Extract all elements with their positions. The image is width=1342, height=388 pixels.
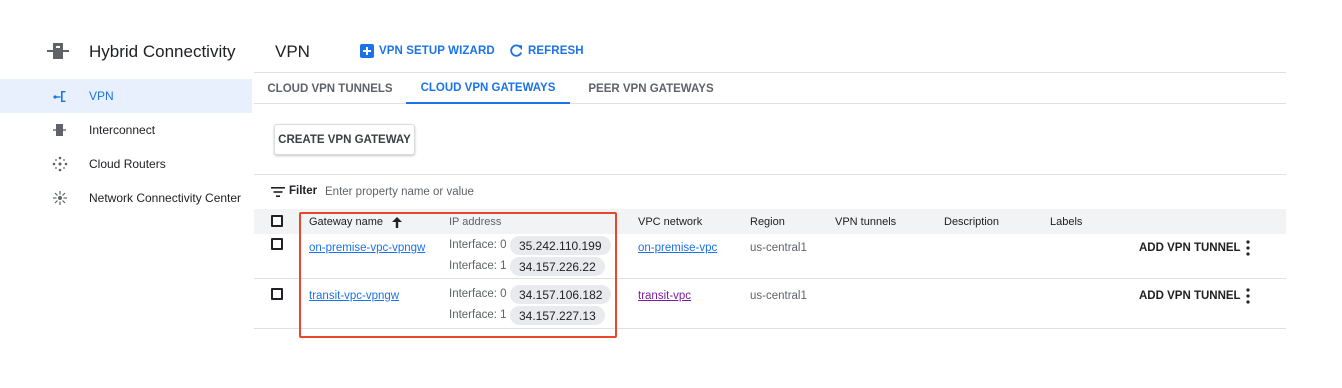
interface-label: Interface: 0 (449, 239, 507, 251)
vpc-network-link[interactable]: transit-vpc (638, 290, 691, 302)
tab-peer-vpn-gateways[interactable]: PEER VPN GATEWAYS (570, 73, 732, 104)
more-vert-icon[interactable] (1243, 288, 1253, 304)
tab-cloud-vpn-gateways[interactable]: CLOUD VPN GATEWAYS (406, 73, 570, 104)
vpn-setup-wizard-label: VPN SETUP WIZARD (379, 45, 495, 57)
sidebar-item-interconnect[interactable]: Interconnect (0, 113, 252, 147)
region-value: us-central1 (750, 242, 807, 254)
hybrid-connectivity-icon (47, 43, 69, 59)
sidebar-item-cloud-routers[interactable]: Cloud Routers (0, 147, 252, 181)
filter-input[interactable] (325, 181, 725, 203)
page-title: VPN (275, 42, 310, 61)
sort-ascending-icon (392, 216, 403, 228)
column-ip-address: IP address (449, 216, 502, 228)
table-row: on-premise-vpc-vpngw Interface: 0 35.242… (254, 234, 1286, 279)
ip-address-chip: 34.157.106.182 (510, 285, 612, 304)
sidebar-item-label: Network Connectivity Center (89, 191, 242, 205)
hub-icon (53, 191, 67, 205)
table-header: Gateway name IP address VPC network Regi… (254, 209, 1286, 234)
ip-address-chip: 34.157.226.22 (510, 257, 605, 276)
select-all-checkbox[interactable] (271, 215, 283, 227)
sidebar-item-label: Cloud Routers (89, 157, 166, 171)
more-vert-icon[interactable] (1243, 240, 1253, 256)
row-checkbox[interactable] (271, 288, 283, 300)
sidebar-item-label: VPN (89, 89, 114, 103)
interface-label: Interface: 1 (449, 309, 507, 321)
tab-bar: CLOUD VPN TUNNELS CLOUD VPN GATEWAYS PEE… (254, 72, 1286, 104)
filter-bar: Filter (254, 174, 1286, 208)
sidebar-title: Hybrid Connectivity (89, 42, 236, 61)
main-content: VPN VPN SETUP WIZARD REFRESH CLOUD VPN T… (254, 0, 1286, 388)
sidebar-header: Hybrid Connectivity (0, 33, 252, 69)
sidebar-item-label: Interconnect (89, 123, 156, 137)
interface-label: Interface: 0 (449, 288, 507, 300)
column-vpc-network: VPC network (638, 216, 703, 228)
page-header: VPN VPN SETUP WIZARD REFRESH (254, 33, 1286, 69)
refresh-icon (510, 44, 523, 57)
column-gateway-name[interactable]: Gateway name (309, 216, 403, 228)
ip-address-chip: 34.157.227.13 (510, 306, 605, 325)
tab-cloud-vpn-tunnels[interactable]: CLOUD VPN TUNNELS (254, 73, 406, 104)
add-vpn-tunnel-button[interactable]: ADD VPN TUNNEL (1139, 290, 1241, 302)
gateway-name-link[interactable]: transit-vpc-vpngw (309, 290, 399, 302)
column-vpn-tunnels: VPN tunnels (835, 216, 897, 228)
row-checkbox[interactable] (271, 238, 283, 250)
region-value: us-central1 (750, 290, 807, 302)
create-vpn-gateway-button[interactable]: CREATE VPN GATEWAY (274, 124, 415, 155)
column-description: Description (944, 216, 1000, 228)
gateway-name-link[interactable]: on-premise-vpc-vpngw (309, 242, 425, 254)
vpc-network-link[interactable]: on-premise-vpc (638, 242, 717, 254)
column-gateway-name-label: Gateway name (309, 216, 383, 228)
interconnect-icon (53, 124, 66, 136)
add-box-icon (360, 44, 374, 58)
add-vpn-tunnel-button[interactable]: ADD VPN TUNNEL (1139, 242, 1241, 254)
vpn-setup-wizard-button[interactable]: VPN SETUP WIZARD (360, 44, 495, 58)
column-region: Region (750, 216, 785, 228)
table-row: transit-vpc-vpngw Interface: 0 34.157.10… (254, 280, 1286, 329)
filter-icon (271, 187, 285, 197)
ip-address-chip: 35.242.110.199 (510, 236, 611, 255)
sidebar: Hybrid Connectivity VPN Interconnect Clo… (0, 0, 252, 388)
interface-label: Interface: 1 (449, 260, 507, 272)
refresh-button[interactable]: REFRESH (509, 44, 584, 58)
column-labels: Labels (1050, 216, 1083, 228)
cloud-router-icon (52, 156, 68, 172)
sidebar-item-network-connectivity-center[interactable]: Network Connectivity Center (0, 181, 252, 215)
filter-label: Filter (289, 185, 318, 197)
refresh-label: REFRESH (528, 45, 584, 57)
sidebar-item-vpn[interactable]: VPN (0, 79, 252, 113)
vpn-icon (53, 91, 66, 102)
